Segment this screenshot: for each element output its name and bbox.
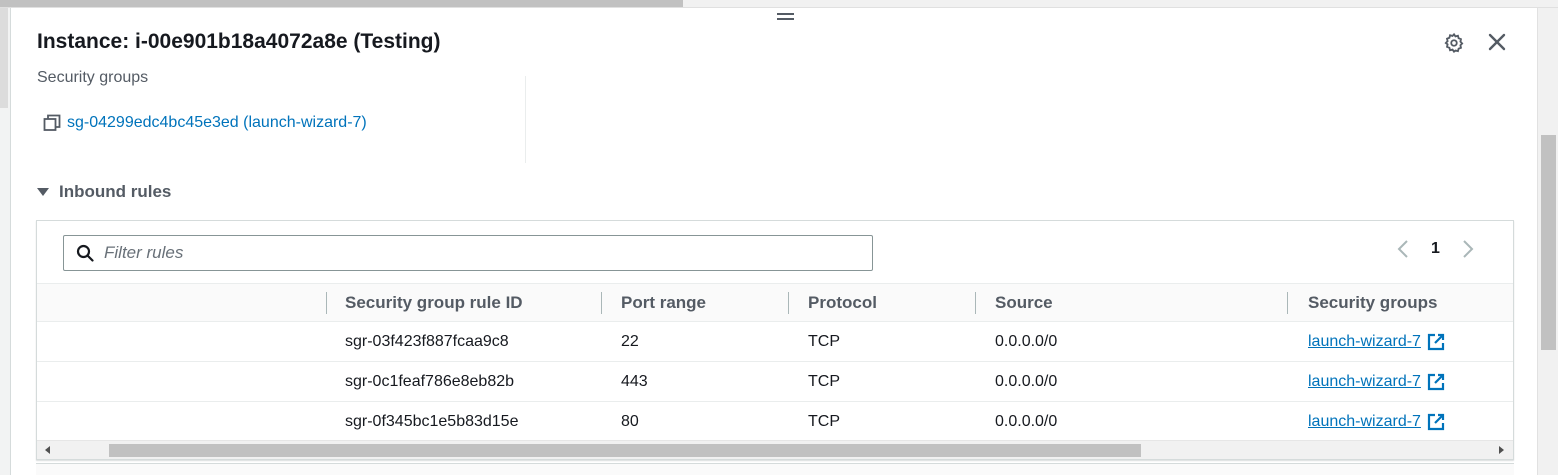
security-group-link[interactable]: sg-04299edc4bc45e3ed (launch-wizard-7) [67,114,367,132]
pagination: 1 [1397,239,1474,259]
gear-icon [1444,32,1464,54]
source-cell: 0.0.0.0/0 [995,333,1058,350]
left-edge-strip [0,8,8,108]
rule-id-cell: sgr-03f423f887fcaa9c8 [345,333,509,350]
column-header-security-groups[interactable]: Security groups [1308,284,1437,322]
scroll-right-arrow-icon[interactable] [1499,446,1504,454]
close-button[interactable] [1484,29,1510,55]
search-icon [76,244,94,262]
rule-id-cell: sgr-0f345bc1e5b83d15e [345,413,519,430]
protocol-cell: TCP [808,333,840,350]
header-separator[interactable] [975,292,976,314]
port-range-cell: 443 [621,373,648,390]
close-icon [1488,33,1506,51]
security-groups-label: Security groups [37,69,149,86]
security-group-row-link[interactable]: launch-wizard-7 [1308,333,1421,350]
protocol-cell: TCP [808,413,840,430]
left-edge-bar [0,8,11,475]
copy-icon[interactable] [43,114,61,132]
inbound-rules-panel: 1 Security group rule ID Port range Prot… [36,220,1514,460]
page-number[interactable]: 1 [1431,240,1440,258]
header-separator[interactable] [326,292,327,314]
next-panel-edge [36,463,1514,475]
chevron-right-icon[interactable] [1462,239,1474,259]
table-scrollbar-thumb[interactable] [109,444,1141,457]
external-link-icon[interactable] [1427,373,1445,391]
column-header-rule-id[interactable]: Security group rule ID [345,284,523,322]
inbound-rules-title: Inbound rules [59,182,172,201]
security-group-row-link[interactable]: launch-wizard-7 [1308,373,1421,390]
protocol-cell: TCP [808,373,840,390]
chevron-left-icon[interactable] [1397,239,1409,259]
caret-down-icon [37,188,49,196]
security-group-row: sg-04299edc4bc45e3ed (launch-wizard-7) [43,114,367,132]
top-scrollbar[interactable] [0,0,1558,8]
page-scrollbar-thumb[interactable] [1541,135,1556,350]
table-row: sgr-03f423f887fcaa9c8 22 TCP 0.0.0.0/0 l… [37,322,1513,362]
header-separator[interactable] [1287,292,1288,314]
page-title: Instance: i-00e901b18a4072a8e (Testing) [37,30,441,53]
security-group-cell: launch-wizard-7 [1308,322,1445,361]
table-row: sgr-0c1feaf786e8eb82b 443 TCP 0.0.0.0/0 … [37,362,1513,402]
column-header-port-range[interactable]: Port range [621,284,706,322]
rule-id-cell: sgr-0c1feaf786e8eb82b [345,373,515,390]
security-group-cell: launch-wizard-7 [1308,402,1445,441]
top-scrollbar-thumb[interactable] [0,0,683,7]
column-header-source[interactable]: Source [995,284,1053,322]
column-divider [525,76,526,163]
security-group-cell: launch-wizard-7 [1308,362,1445,401]
column-header-protocol[interactable]: Protocol [808,284,877,322]
inbound-rules-toggle[interactable]: Inbound rules [37,182,171,202]
port-range-cell: 22 [621,333,639,350]
header-separator[interactable] [601,292,602,314]
panel-resize-handle[interactable] [777,13,794,23]
header-separator[interactable] [788,292,789,314]
settings-button[interactable] [1441,30,1467,56]
security-group-row-link[interactable]: launch-wizard-7 [1308,413,1421,430]
external-link-icon[interactable] [1427,413,1445,431]
filter-rules-input[interactable] [104,243,864,263]
source-cell: 0.0.0.0/0 [995,373,1058,390]
inbound-rules-table: Security group rule ID Port range Protoc… [37,283,1513,442]
port-range-cell: 80 [621,413,639,430]
page-vertical-scrollbar[interactable] [1537,8,1558,475]
external-link-icon[interactable] [1427,333,1445,351]
table-header: Security group rule ID Port range Protoc… [37,283,1513,322]
scroll-left-arrow-icon[interactable] [45,446,50,454]
table-row: sgr-0f345bc1e5b83d15e 80 TCP 0.0.0.0/0 l… [37,402,1513,442]
filter-rules-field[interactable] [63,235,873,271]
source-cell: 0.0.0.0/0 [995,413,1058,430]
table-horizontal-scrollbar[interactable] [37,440,1513,459]
